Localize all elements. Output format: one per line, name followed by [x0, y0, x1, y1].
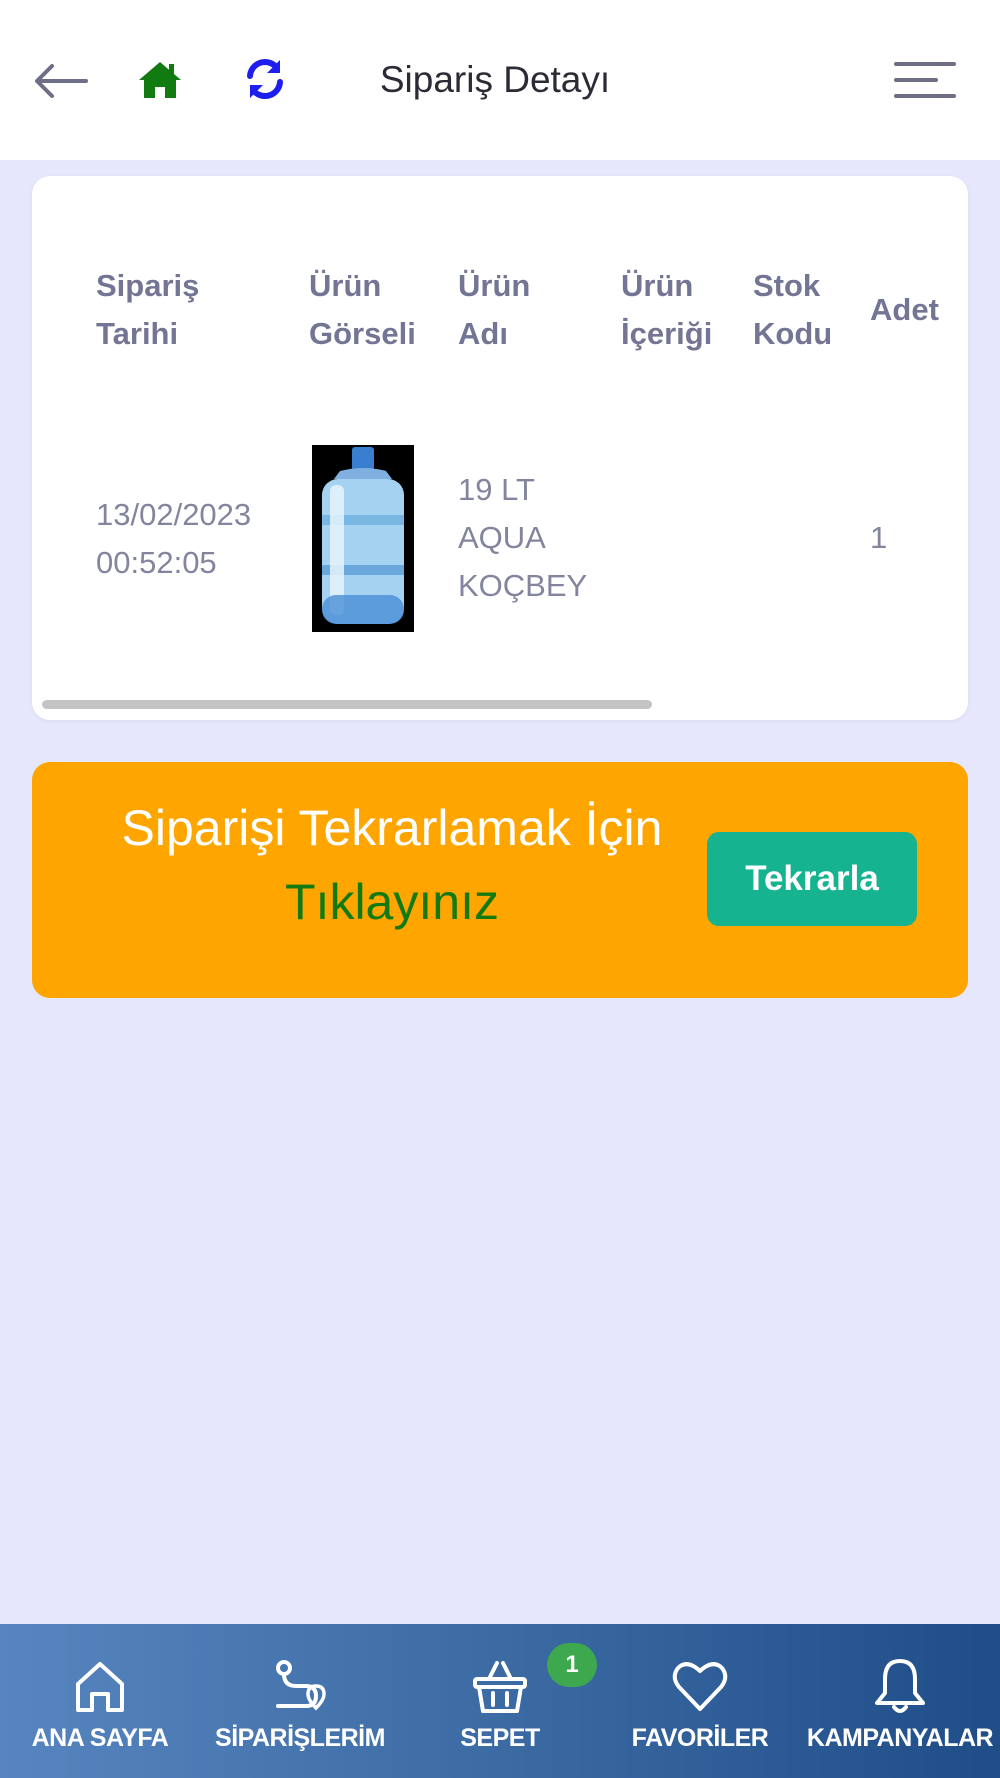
header-product-image-line2: Görseli — [309, 316, 416, 351]
nav-label-campaigns: KAMPANYALAR — [806, 1724, 994, 1752]
repeat-order-banner: Siparişi Tekrarlamak İçin Tıklayınız Tek… — [32, 762, 968, 998]
home-outline-icon — [68, 1654, 132, 1718]
cell-quantity: 1 — [870, 520, 888, 555]
home-icon — [139, 62, 181, 98]
bell-icon — [868, 1654, 932, 1718]
product-image — [312, 445, 414, 632]
nav-label-home: ANA SAYFA — [31, 1724, 169, 1752]
nav-item-orders[interactable]: SİPARİŞLERİM — [200, 1624, 400, 1778]
cell-product-name-line3: KOÇBEY — [458, 568, 588, 603]
repeat-order-text: Siparişi Tekrarlamak İçin — [121, 800, 663, 856]
header-order-date: Sipariş Tarihi — [96, 262, 199, 358]
nav-label-orders: SİPARİŞLERİM — [215, 1724, 385, 1752]
bottom-navigation: ANA SAYFA SİPARİŞLERİM SEPET FAVORİLER K… — [0, 1624, 1000, 1778]
menu-button[interactable] — [890, 50, 960, 110]
header-stock-code-line1: Stok — [753, 268, 821, 303]
cell-order-date-day: 13/02/2023 — [96, 497, 252, 532]
nav-item-home[interactable]: ANA SAYFA — [0, 1624, 200, 1778]
repeat-order-button[interactable]: Tekrarla — [707, 832, 917, 926]
back-button[interactable] — [30, 50, 92, 112]
header-stock-code: Stok Kodu — [753, 262, 832, 358]
refresh-icon — [247, 59, 283, 99]
route-icon — [268, 1654, 332, 1718]
header-order-date-line1: Sipariş — [96, 268, 200, 303]
header-product-name: Ürün Adı — [458, 262, 530, 358]
heart-icon — [668, 1654, 732, 1718]
arrow-left-icon — [35, 64, 88, 98]
header-product-content: Ürün İçeriği — [621, 262, 712, 358]
header-product-content-line2: İçeriği — [621, 316, 713, 351]
nav-label-cart: SEPET — [460, 1724, 540, 1752]
header-product-name-line2: Adı — [458, 316, 508, 351]
page-title: Sipariş Detayı — [379, 59, 611, 100]
basket-icon — [468, 1654, 532, 1718]
cell-product-name-line1: 19 LT — [458, 472, 535, 507]
header-stock-code-line2: Kodu — [753, 316, 833, 351]
header-product-image: Ürün Görseli — [309, 262, 416, 358]
nav-item-campaigns[interactable]: KAMPANYALAR — [800, 1624, 1000, 1778]
header-order-date-line2: Tarihi — [96, 316, 179, 351]
header-product-name-line1: Ürün — [458, 268, 531, 303]
hamburger-menu-icon — [894, 62, 956, 98]
top-header: Sipariş Detayı — [0, 0, 1000, 160]
cell-order-date-time: 00:52:05 — [96, 545, 217, 580]
repeat-order-click-text: Tıklayınız — [285, 874, 499, 930]
nav-item-favorites[interactable]: FAVORİLER — [600, 1624, 800, 1778]
cell-product-name: 19 LT AQUA KOÇBEY — [458, 466, 587, 610]
home-button[interactable] — [132, 52, 188, 108]
cell-order-date: 13/02/2023 00:52:05 — [96, 491, 251, 587]
horizontal-scrollbar[interactable] — [42, 700, 652, 709]
water-bottle-image — [312, 445, 414, 632]
order-detail-table — [32, 176, 968, 720]
nav-label-favorites: FAVORİLER — [631, 1724, 769, 1752]
header-product-image-line1: Ürün — [309, 268, 382, 303]
cart-count-badge: 1 — [547, 1643, 597, 1687]
cell-product-name-line2: AQUA — [458, 520, 546, 555]
header-quantity: Adet — [870, 292, 939, 327]
header-product-content-line1: Ürün — [621, 268, 694, 303]
refresh-button[interactable] — [236, 50, 294, 108]
